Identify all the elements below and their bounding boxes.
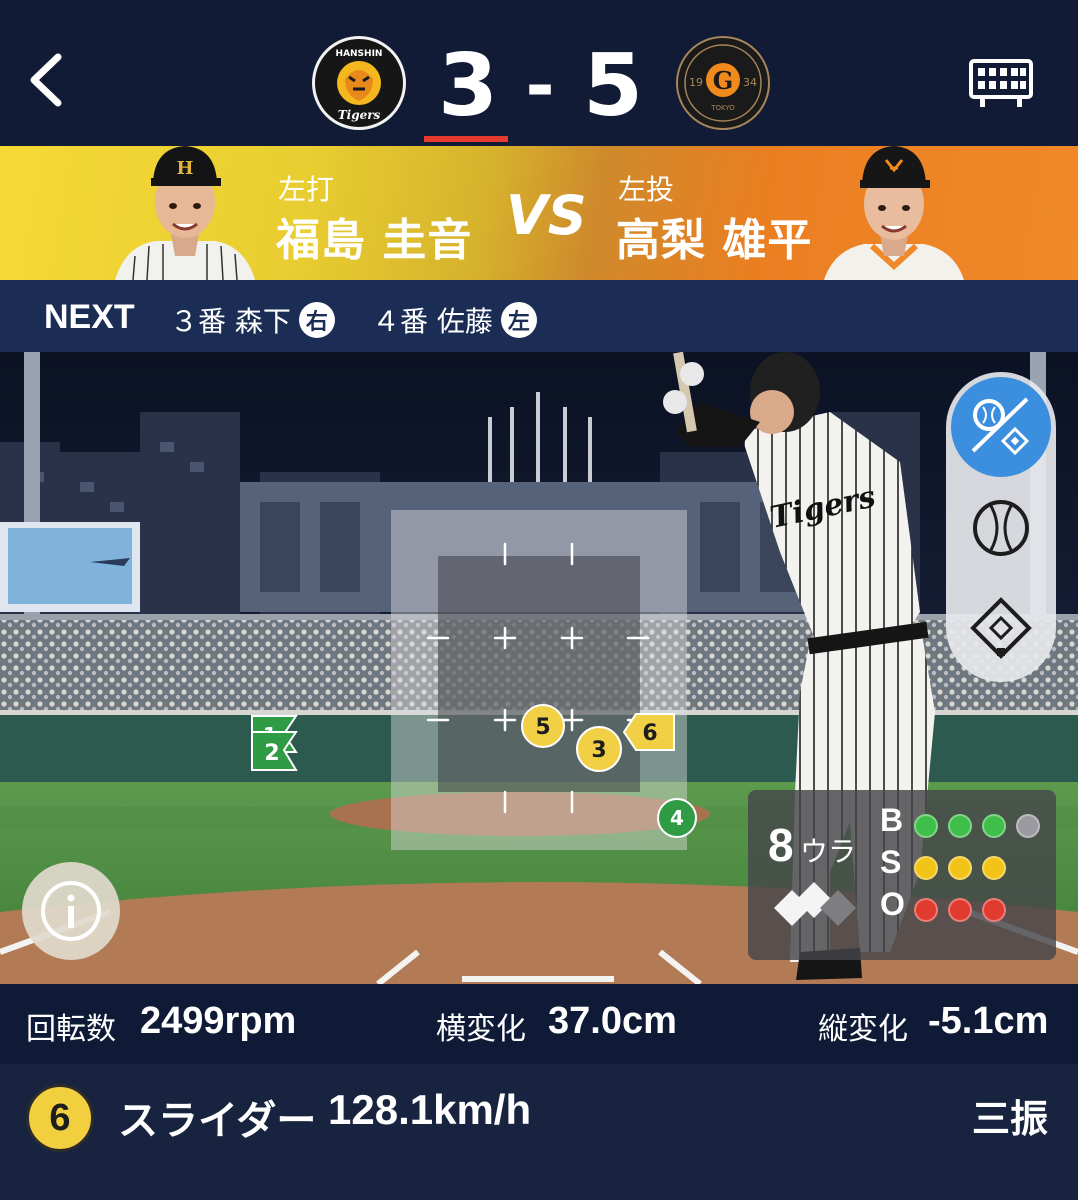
batter-pitcher-matchup: H 左打 福島 圭音 VS 左投 高梨 雄平	[0, 146, 1078, 280]
inning-half: ウラ	[800, 835, 857, 868]
strike-dot	[982, 856, 1006, 880]
pitch-marker[interactable]: 5	[519, 702, 567, 750]
count-panel: 8 ウラ B S O	[748, 790, 1056, 960]
batter-name[interactable]: 福島 圭音	[276, 204, 472, 268]
trajectory-view-icon[interactable]	[951, 377, 1051, 477]
ball-dot	[982, 814, 1006, 838]
strike-dot	[914, 856, 938, 880]
pitch-view-icon[interactable]	[951, 478, 1051, 578]
next-batter-name: ３番 森下	[170, 305, 291, 338]
batter-avatar[interactable]: H	[115, 146, 255, 280]
pitch-result: 三振	[972, 1097, 1049, 1141]
batter-hand: 左打	[278, 173, 335, 206]
pitcher-name[interactable]: 高梨 雄平	[616, 204, 812, 268]
spin-rate-value: 2499rpm	[140, 1000, 297, 1042]
next-batter-name: ４番 佐藤	[372, 305, 493, 338]
batting-team-indicator	[424, 136, 508, 142]
pitch-view: Tigers 1 2 5 3 6 4	[0, 352, 1078, 984]
svg-text:Tigers: Tigers	[338, 108, 381, 122]
vertical-break-label: 縦変化	[818, 1012, 908, 1047]
next-batter[interactable]: ３番 森下 右	[170, 300, 335, 340]
batting-hand-badge: 左	[500, 302, 537, 338]
ball-dot	[948, 814, 972, 838]
svg-text:19: 19	[689, 76, 703, 89]
svg-text:4: 4	[670, 806, 684, 830]
ball-dot	[914, 814, 938, 838]
away-team-logo[interactable]: G 19 34 TOKYO	[676, 36, 770, 130]
svg-text:HANSHIN: HANSHIN	[336, 49, 383, 59]
next-batters-bar: NEXT ３番 森下 右 ４番 佐藤 左	[0, 280, 1078, 352]
next-batter[interactable]: ４番 佐藤 左	[372, 300, 537, 340]
vs-label: VS	[506, 184, 587, 247]
svg-text:34: 34	[743, 76, 757, 89]
ball-dot	[1016, 814, 1040, 838]
pitch-marker[interactable]: 2	[248, 730, 304, 774]
pitcher-hand: 左投	[618, 173, 675, 206]
svg-text:TOKYO: TOKYO	[710, 104, 735, 112]
vertical-break-value: -5.1cm	[928, 1000, 1049, 1042]
out-dot	[948, 898, 972, 922]
pitcher-avatar[interactable]	[824, 146, 964, 280]
spin-rate-label: 回転数	[26, 1012, 116, 1047]
pitch-marker[interactable]: 6	[620, 712, 676, 754]
svg-text:3: 3	[591, 738, 606, 763]
batting-hand-badge: 右	[298, 302, 335, 338]
home-score: 3	[438, 36, 498, 136]
scoreboard-icon[interactable]	[968, 58, 1034, 108]
pitch-number: 6	[49, 1097, 71, 1139]
outs-label: O	[880, 886, 905, 922]
out-dot	[982, 898, 1006, 922]
info-icon[interactable]	[22, 862, 120, 960]
svg-text:2: 2	[264, 741, 279, 766]
out-dot	[914, 898, 938, 922]
pitch-type: スライダー	[118, 1098, 317, 1144]
strike-dot	[948, 856, 972, 880]
horizontal-break-value: 37.0cm	[548, 1000, 677, 1042]
svg-text:6: 6	[642, 721, 657, 746]
pitch-stats-bar: 回転数 2499rpm 横変化 37.0cm 縦変化 -5.1cm	[0, 984, 1078, 1064]
home-team-logo[interactable]: HANSHIN Tigers	[312, 36, 406, 130]
svg-text:5: 5	[535, 715, 550, 740]
back-icon[interactable]	[20, 45, 80, 115]
field-view-icon[interactable]	[951, 578, 1051, 678]
pitch-marker[interactable]: 3	[574, 724, 624, 774]
strikes-label: S	[880, 844, 902, 880]
next-label: NEXT	[44, 298, 135, 336]
score-header: HANSHIN Tigers 3 - 5 G 19 34 TOKYO	[0, 0, 1078, 146]
inning-number: 8	[768, 819, 794, 871]
away-score: 5	[583, 36, 643, 136]
view-toggle	[946, 372, 1056, 682]
horizontal-break-label: 横変化	[436, 1012, 526, 1047]
pitch-speed: 128.1km/h	[328, 1086, 532, 1133]
svg-text:G: G	[713, 66, 734, 95]
balls-label: B	[880, 802, 904, 838]
pitch-marker[interactable]: 4	[655, 796, 699, 840]
score-separator: -	[525, 45, 555, 127]
svg-text:H: H	[176, 158, 193, 179]
base-runners-icon	[774, 882, 856, 926]
